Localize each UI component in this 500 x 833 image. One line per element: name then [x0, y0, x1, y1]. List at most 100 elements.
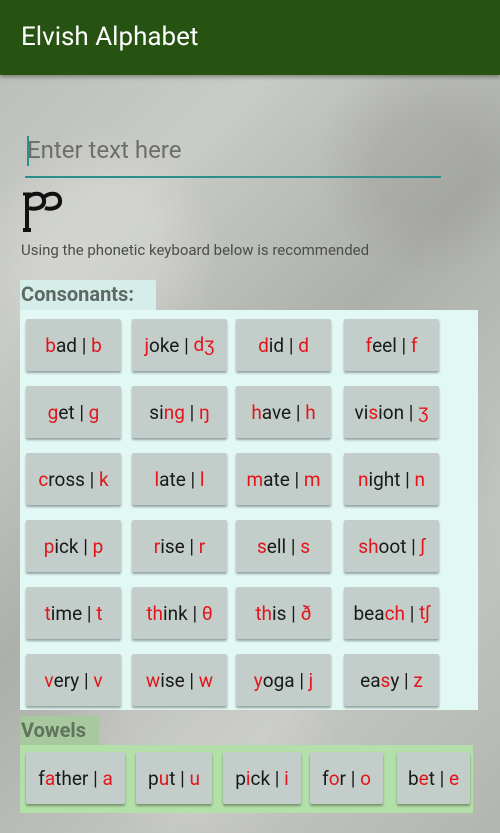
consonant-key-n[interactable]: n ight | n — [344, 453, 439, 505]
consonant-key-f[interactable]: f eel | f — [344, 319, 439, 371]
key-ipa-symbol: θ — [201, 601, 213, 625]
consonant-key-v[interactable]: v ery | v — [26, 654, 121, 706]
key-word-part: bea — [353, 601, 385, 625]
key-word-part: ise | — [160, 668, 199, 692]
text-cursor — [27, 136, 29, 166]
key-word-part: b — [407, 766, 419, 790]
key-word-part: ise | — [160, 534, 199, 558]
key-word-part: v — [44, 668, 54, 692]
consonant-key-tʃ[interactable]: bea ch | tʃ — [344, 587, 439, 639]
consonant-key-t[interactable]: t ime | t — [26, 587, 121, 639]
vowel-key-o[interactable]: for | o — [310, 752, 383, 804]
key-word-part: e — [418, 766, 429, 790]
consonant-key-r[interactable]: r ise | r — [132, 520, 227, 572]
consonant-key-p[interactable]: p ick | p — [26, 520, 121, 572]
consonants-label: Consonants: — [20, 280, 156, 312]
key-word-part: ad | — [55, 333, 92, 357]
key-ipa-symbol: s — [300, 534, 310, 558]
consonant-key-g[interactable]: g et | g — [26, 386, 121, 438]
key-word-part: u — [158, 766, 170, 790]
key-word-part: p — [235, 766, 246, 790]
consonant-key-z[interactable]: ea s y | z — [344, 654, 439, 706]
key-word-part: p — [43, 534, 55, 558]
key-ipa-symbol: o — [360, 766, 371, 790]
key-word-part: y | — [390, 668, 414, 692]
key-word-part: ch — [384, 601, 405, 625]
key-ipa-symbol: w — [198, 668, 214, 692]
key-ipa-symbol: g — [88, 400, 100, 424]
key-ipa-symbol: k — [99, 467, 109, 491]
consonant-key-ʒ[interactable]: vi s ion | ʒ — [344, 386, 439, 438]
key-word-part: t | — [428, 766, 449, 790]
vowel-key-u[interactable]: put | u — [136, 752, 212, 804]
consonant-key-m[interactable]: m ate | m — [236, 453, 331, 505]
key-ipa-symbol: p — [92, 534, 104, 558]
key-word-part: ick | — [54, 534, 93, 558]
key-word-part: vi — [354, 400, 369, 424]
app-title: Elvish Alphabet — [21, 22, 199, 52]
key-word-part: c — [38, 467, 49, 491]
vowel-key-e[interactable]: bet | e — [397, 752, 470, 804]
consonant-key-j[interactable]: y oga | j — [236, 654, 331, 706]
key-word-part: ight | — [368, 467, 415, 491]
key-word-part: ell | — [266, 534, 301, 558]
key-word-part: f — [365, 333, 373, 357]
key-word-part: f — [38, 766, 45, 790]
key-word-part: s — [368, 400, 379, 424]
key-word-part: g — [47, 400, 59, 424]
consonant-key-ʃ[interactable]: sh oot | ʃ — [344, 520, 439, 572]
key-ipa-symbol: i — [284, 766, 289, 790]
keyboard-hint: Using the phonetic keyboard below is rec… — [21, 241, 370, 259]
key-word-part: ng — [163, 400, 185, 424]
key-ipa-symbol: ð — [300, 601, 312, 625]
key-ipa-symbol: d — [298, 333, 309, 357]
key-word-part: oot | — [378, 534, 421, 558]
key-word-part: th — [146, 601, 164, 625]
text-input[interactable] — [25, 130, 443, 170]
key-word-part: oga | — [262, 668, 309, 692]
tengwar-glyph-icon — [23, 191, 63, 232]
consonant-key-s[interactable]: s ell | s — [236, 520, 331, 572]
key-word-part: s — [380, 668, 391, 692]
consonant-key-θ[interactable]: th ink | θ — [132, 587, 227, 639]
consonant-key-ð[interactable]: th is | ð — [236, 587, 331, 639]
key-word-part: s — [256, 534, 267, 558]
key-word-part: et | — [58, 400, 89, 424]
key-word-part: ea — [360, 668, 381, 692]
key-word-part: h — [251, 400, 262, 424]
consonant-key-k[interactable]: c ross | k — [26, 453, 121, 505]
consonant-key-ŋ[interactable]: si ng | ŋ — [132, 386, 227, 438]
consonant-key-h[interactable]: h ave | h — [236, 386, 331, 438]
key-word-part: sh — [358, 534, 379, 558]
vowel-key-a[interactable]: f a ther | a — [26, 752, 125, 804]
consonant-key-w[interactable]: w ise | w — [132, 654, 227, 706]
key-word-part: y — [253, 668, 263, 692]
key-ipa-symbol: h — [305, 400, 316, 424]
key-ipa-symbol: tʃ — [419, 601, 430, 624]
key-word-part: ime | — [50, 601, 97, 625]
key-word-part: w — [145, 668, 161, 692]
key-word-part: ink | — [163, 601, 202, 625]
vowels-label: Vowels — [20, 716, 99, 748]
key-ipa-symbol: e — [448, 766, 460, 790]
vowel-key-i[interactable]: p i ck | i — [223, 752, 301, 804]
key-word-part: b — [45, 333, 56, 357]
key-ipa-symbol: j — [308, 668, 314, 692]
text-input-field[interactable] — [25, 130, 443, 178]
key-ipa-symbol: n — [414, 467, 426, 491]
key-ipa-symbol: t — [96, 601, 103, 625]
key-ipa-symbol: f — [410, 333, 418, 357]
key-ipa-symbol: m — [303, 467, 321, 491]
consonant-key-d[interactable]: d id | d — [236, 319, 331, 371]
key-word-part: ery | — [53, 668, 94, 692]
key-word-part: oke | — [149, 333, 194, 357]
key-word-part: is | — [272, 601, 301, 625]
consonant-key-l[interactable]: l ate | l — [132, 453, 227, 505]
key-word-part: ck | — [250, 766, 285, 790]
key-word-part: r | — [339, 766, 361, 790]
consonant-key-dʒ[interactable]: j oke | dʒ — [132, 319, 227, 371]
consonant-key-b[interactable]: b ad | b — [26, 319, 121, 371]
key-ipa-symbol: a — [102, 766, 113, 790]
key-ipa-symbol: b — [91, 333, 102, 357]
key-word-part: m — [246, 467, 264, 491]
